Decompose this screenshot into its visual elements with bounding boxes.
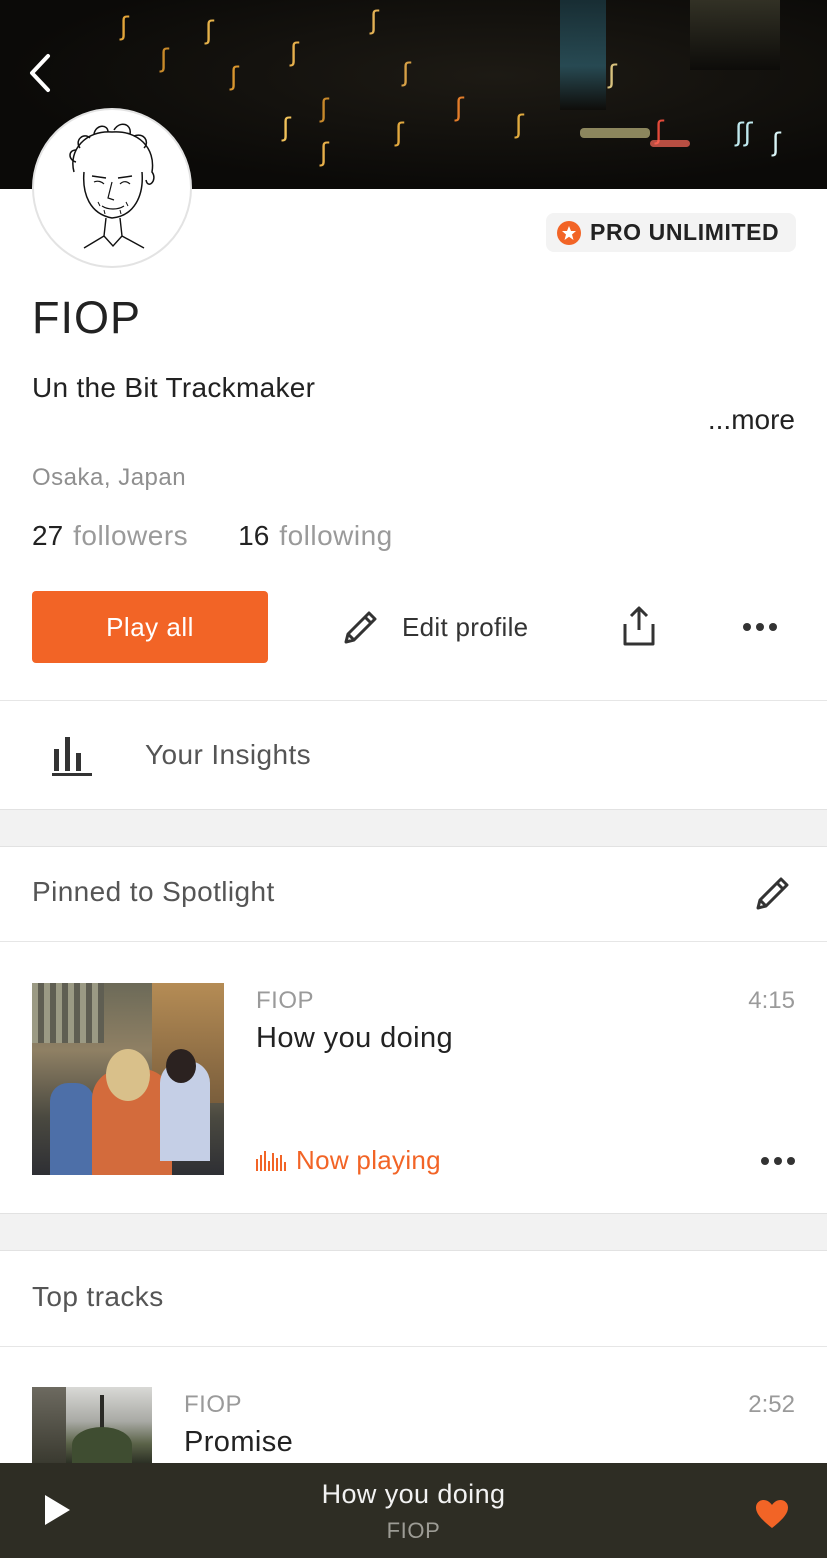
edit-profile-button[interactable]: Edit profile xyxy=(340,605,528,649)
banner-light: ʃ xyxy=(320,138,329,168)
edit-profile-label: Edit profile xyxy=(402,611,529,642)
more-options-button[interactable] xyxy=(743,623,777,631)
banner-light: ʃ xyxy=(515,110,524,140)
now-playing-status: Now playing xyxy=(256,1145,441,1176)
banner-light: ʃ xyxy=(205,16,214,46)
back-button[interactable] xyxy=(22,50,62,96)
following-stat[interactable]: 16 following xyxy=(238,520,393,552)
section-gap xyxy=(0,809,827,847)
followers-label: followers xyxy=(73,520,189,551)
more-dots-icon xyxy=(761,1157,769,1165)
banner-light: ʃ xyxy=(608,60,617,90)
banner-light xyxy=(690,0,780,70)
share-icon xyxy=(623,606,655,646)
banner-light: ʃ xyxy=(230,62,239,92)
track-artwork[interactable] xyxy=(32,1387,152,1463)
banner-light: ʃ xyxy=(455,93,464,123)
banner-light: ʃ xyxy=(402,58,411,88)
avatar-sketch xyxy=(69,123,155,249)
waveform-icon xyxy=(256,1150,286,1171)
banner-light: ʃ xyxy=(395,118,404,148)
following-count: 16 xyxy=(238,520,270,551)
track-artist[interactable]: FIOP xyxy=(256,987,314,1015)
your-insights-label: Your Insights xyxy=(145,739,312,770)
more-dots-icon xyxy=(743,623,751,631)
star-icon xyxy=(557,220,581,245)
pro-badge-label: PRO UNLIMITED xyxy=(590,219,780,245)
divider xyxy=(0,1346,827,1347)
following-label: following xyxy=(279,520,393,551)
track-title[interactable]: Promise xyxy=(184,1426,293,1459)
banner-light xyxy=(580,128,650,138)
banner-light: ʃ xyxy=(120,12,129,42)
your-insights-row[interactable]: Your Insights xyxy=(0,701,827,809)
track-duration: 2:52 xyxy=(748,1391,795,1418)
mini-player[interactable]: How you doing FIOP xyxy=(0,1463,827,1558)
track-duration: 4:15 xyxy=(748,987,795,1014)
player-track-title: How you doing xyxy=(321,1479,506,1509)
pencil-icon xyxy=(344,611,377,644)
spotlight-title: Pinned to Spotlight xyxy=(32,876,275,907)
pro-badge: PRO UNLIMITED xyxy=(546,213,796,252)
bar-chart-icon xyxy=(52,737,92,776)
profile-stats: 27 followers 16 following xyxy=(32,520,393,552)
banner-light: ʃ xyxy=(282,113,291,143)
section-gap xyxy=(0,1213,827,1251)
pencil-icon xyxy=(756,877,789,910)
banner-light xyxy=(560,0,606,110)
avatar[interactable] xyxy=(32,108,192,268)
heart-icon[interactable] xyxy=(754,1498,790,1530)
banner-light: ʃ xyxy=(772,128,781,158)
banner-light xyxy=(650,140,690,147)
track-more-button[interactable] xyxy=(761,1157,795,1165)
banner-light: ʃʃ xyxy=(735,118,753,148)
edit-spotlight-button[interactable] xyxy=(752,872,794,914)
followers-stat[interactable]: 27 followers xyxy=(32,520,188,552)
banner-light: ʃ xyxy=(160,44,169,74)
track-artist[interactable]: FIOP xyxy=(184,1391,242,1419)
banner-light: ʃ xyxy=(290,38,299,68)
now-playing-label: Now playing xyxy=(296,1145,441,1175)
track-artwork[interactable] xyxy=(32,983,224,1175)
profile-name: FIOP xyxy=(32,292,142,343)
top-tracks-title: Top tracks xyxy=(32,1281,164,1312)
banner-light: ʃ xyxy=(370,6,379,36)
share-button[interactable] xyxy=(619,604,659,648)
play-all-button[interactable]: Play all xyxy=(32,591,268,663)
divider xyxy=(0,941,827,942)
profile-bio: Un the Bit Trackmaker xyxy=(32,372,316,403)
followers-count: 27 xyxy=(32,520,64,551)
profile-location: Osaka, Japan xyxy=(32,464,187,491)
track-title[interactable]: How you doing xyxy=(256,1022,453,1055)
chevron-left-icon xyxy=(30,54,50,92)
banner-light: ʃ xyxy=(320,94,329,124)
player-track-artist: FIOP xyxy=(386,1518,441,1543)
bio-more-link[interactable]: ...more xyxy=(708,404,795,436)
